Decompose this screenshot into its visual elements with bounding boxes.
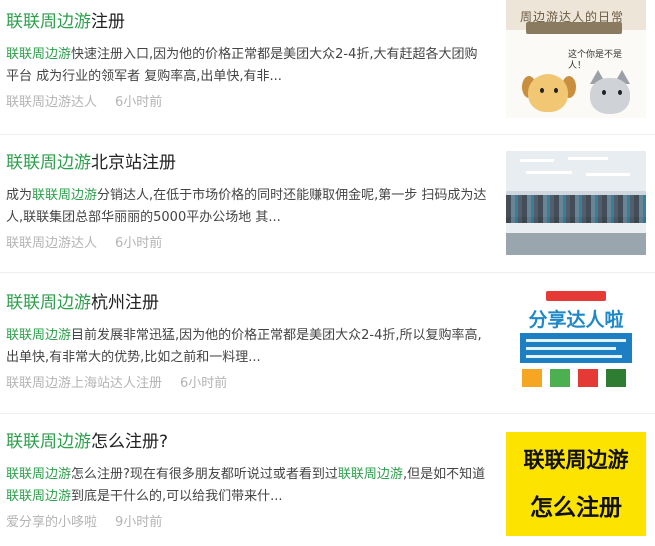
article-text: 联联周边游杭州注册 联联周边游目前发展非常迅猛,因为他的价格正常都是美团大众2-… <box>6 291 488 393</box>
article-author[interactable]: 联联周边游达人 <box>6 236 97 251</box>
eye-icon <box>602 90 606 95</box>
thumbnail-headline: 联联周边游 <box>523 448 629 472</box>
article-text: 联联周边游注册 联联周边游快速注册入口,因为他的价格正常都是美团大众2-4折,大… <box>6 10 488 112</box>
title-keyword: 联联周边游 <box>6 153 91 173</box>
title-suffix: 北京站注册 <box>91 153 176 173</box>
category-tile <box>606 369 626 387</box>
summary-keyword: 联联周边游 <box>6 489 72 504</box>
summary-keyword: 联联周边游 <box>6 467 72 482</box>
eye-icon <box>540 88 544 93</box>
article-title[interactable]: 联联周边游杭州注册 <box>6 291 488 315</box>
thumbnail-text-line <box>526 347 616 350</box>
article-text: 联联周边游怎么注册? 联联周边游怎么注册?现在有很多朋友都听说过或者看到过联联周… <box>6 430 488 532</box>
article-time: 6小时前 <box>115 95 163 110</box>
title-suffix: 注册 <box>91 12 125 32</box>
title-keyword: 联联周边游 <box>6 293 91 313</box>
article-author[interactable]: 联联周边游达人 <box>6 95 97 110</box>
article-summary[interactable]: 成为联联周边游分销达人,在低于市场价格的同时还能赚取佣金呢,第一步 扫码成为达人… <box>6 185 488 229</box>
article-text: 联联周边游北京站注册 成为联联周边游分销达人,在低于市场价格的同时还能赚取佣金呢… <box>6 151 488 253</box>
ceiling-light <box>520 159 554 162</box>
title-suffix: 怎么注册? <box>91 432 169 452</box>
article-meta: 爱分享的小哆啦 9小时前 <box>6 514 488 532</box>
article-thumbnail[interactable]: 周边游达人的日常 这个你是不是 人！ <box>506 0 646 118</box>
category-tile <box>550 369 570 387</box>
summary-keyword: 联联周边游 <box>6 47 72 62</box>
divider <box>0 134 655 135</box>
article-title[interactable]: 联联周边游怎么注册? <box>6 430 488 454</box>
summary-prefix: 成为 <box>6 188 33 203</box>
office-desk <box>506 223 646 233</box>
divider <box>0 413 655 414</box>
summary-keyword: 联联周边游 <box>6 328 72 343</box>
article-meta: 联联周边游上海站达人注册 6小时前 <box>6 375 488 393</box>
article-thumbnail[interactable]: 分享达人啦 <box>506 291 646 395</box>
thumbnail-speech-bubble: 这个你是不是 人！ <box>568 50 623 71</box>
summary-keyword: 联联周边游 <box>32 188 98 203</box>
summary-text: 到底是干什么的,可以给我们带来什... <box>71 489 283 504</box>
category-tile <box>578 369 598 387</box>
summary-text: 目前发展非常迅猛,因为他的价格正常都是美团大众2-4折,所以复购率高,出单快,有… <box>6 328 482 365</box>
category-tile <box>522 369 542 387</box>
article-thumbnail[interactable]: 联联周边游 怎么注册 <box>506 432 646 536</box>
ceiling-light <box>586 173 630 176</box>
summary-text: 快速注册入口,因为他的价格正常都是美团大众2-4折,大有赶超各大团购平台 成为行… <box>6 47 478 84</box>
article-time: 6小时前 <box>180 376 228 391</box>
article-author[interactable]: 联联周边游上海站达人注册 <box>6 376 162 391</box>
title-keyword: 联联周边游 <box>6 12 91 32</box>
article-summary[interactable]: 联联周边游目前发展非常迅猛,因为他的价格正常都是美团大众2-4折,所以复购率高,… <box>6 325 488 369</box>
ceiling-light <box>568 157 608 160</box>
eye-icon <box>554 88 558 93</box>
thumbnail-red-tag <box>546 291 606 301</box>
article-title[interactable]: 联联周边游注册 <box>6 10 488 34</box>
article-author[interactable]: 爱分享的小哆啦 <box>6 515 97 530</box>
article-time: 9小时前 <box>115 515 163 530</box>
article-meta: 联联周边游达人 6小时前 <box>6 94 488 112</box>
ceiling-light <box>526 171 572 174</box>
thumbnail-subheadline: 怎么注册 <box>530 495 622 521</box>
dog-illustration-icon <box>528 74 568 112</box>
article-feed: 联联周边游注册 联联周边游快速注册入口,因为他的价格正常都是美团大众2-4折,大… <box>0 0 655 546</box>
thumbnail-text-line <box>526 339 626 342</box>
article-meta: 联联周边游达人 6小时前 <box>6 235 488 253</box>
title-keyword: 联联周边游 <box>6 432 91 452</box>
summary-keyword: 联联周边游 <box>337 467 403 482</box>
article-summary[interactable]: 联联周边游怎么注册?现在有很多朋友都听说过或者看到过联联周边游,但是如不知道联联… <box>6 464 488 508</box>
summary-text: 怎么注册?现在有很多朋友都听说过或者看到过 <box>71 467 338 482</box>
cat-illustration-icon <box>590 78 630 114</box>
thumbnail-headline: 分享达人啦 <box>528 309 624 331</box>
article-summary[interactable]: 联联周边游快速注册入口,因为他的价格正常都是美团大众2-4折,大有赶超各大团购平… <box>6 44 488 88</box>
thumbnail-subbar <box>526 22 622 34</box>
article-time: 6小时前 <box>115 236 163 251</box>
article-thumbnail[interactable] <box>506 151 646 255</box>
divider <box>0 272 655 273</box>
thumbnail-text-line <box>526 355 622 358</box>
summary-text: ,但是如不知道 <box>402 467 486 482</box>
article-title[interactable]: 联联周边游北京站注册 <box>6 151 488 175</box>
title-suffix: 杭州注册 <box>91 293 159 313</box>
eye-icon <box>618 90 622 95</box>
